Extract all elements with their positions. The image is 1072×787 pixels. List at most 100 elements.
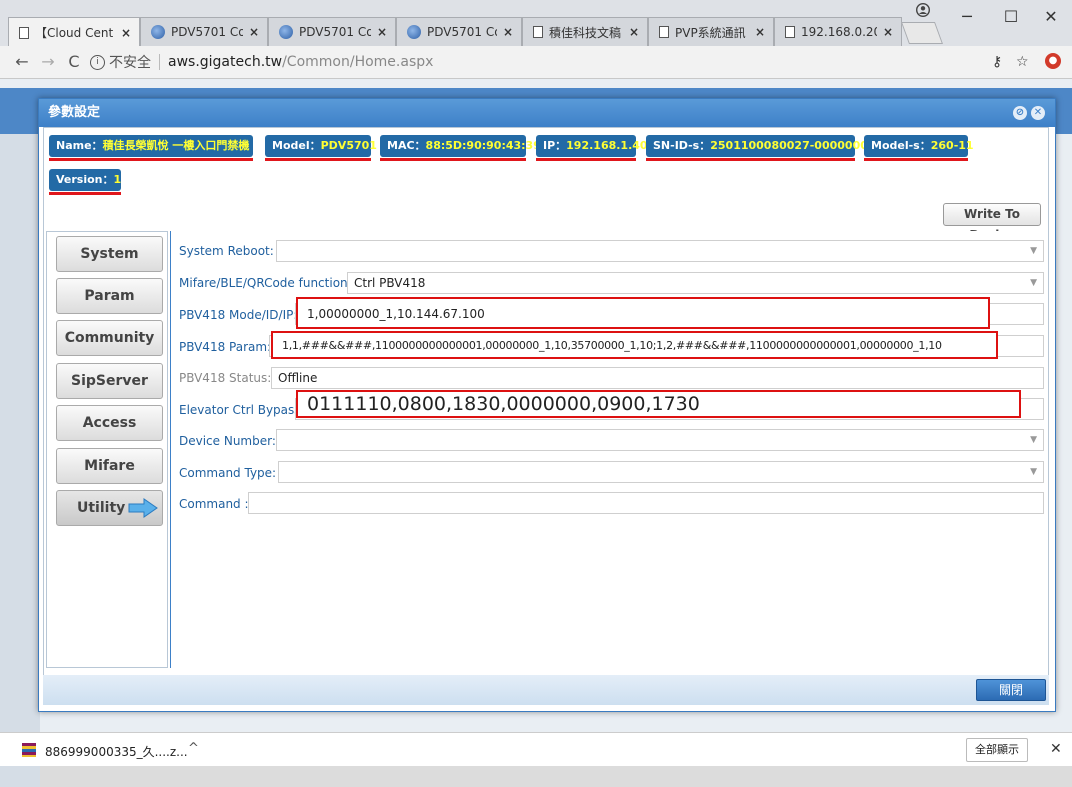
tab-close-icon[interactable]: ×: [883, 25, 893, 39]
sidebar-item-community[interactable]: Community: [56, 320, 163, 356]
red-underline: [265, 158, 371, 161]
red-underline: [646, 158, 855, 161]
url-path: /Common/Home.aspx: [282, 54, 434, 70]
security-label: 不安全: [109, 55, 151, 71]
close-window-button[interactable]: ✕: [1028, 0, 1072, 32]
badge-model-s: Model-s：260-11: [864, 135, 974, 161]
write-to-device-button[interactable]: Write To Device: [943, 203, 1041, 242]
chevron-down-icon: ▼: [1030, 435, 1037, 445]
pbv418-param-input[interactable]: 1,1,###&&###,1100000000000001,00000000_1…: [271, 331, 998, 359]
mifare-function-label: Mifare/BLE/QRCode function:: [179, 276, 352, 290]
badge-label: Name：: [56, 139, 103, 152]
tab-close-icon[interactable]: ×: [755, 25, 765, 39]
badge-value: PDV5701: [320, 139, 377, 152]
dialog-close-icon[interactable]: ✕: [1031, 106, 1045, 120]
badge-value: 192.168.1.40: [566, 139, 648, 152]
mifare-function-select[interactable]: Ctrl PBV418 ▼: [347, 272, 1044, 294]
profile-icon[interactable]: [916, 3, 930, 17]
close-download-bar-icon[interactable]: ✕: [1050, 741, 1062, 757]
sidebar-item-system[interactable]: System: [56, 236, 163, 272]
badge-label: Model-s：: [871, 139, 931, 152]
bookmark-star-icon[interactable]: ☆: [1016, 54, 1029, 70]
badge-ip: IP：192.168.1.40: [536, 135, 648, 161]
badge-label: MAC：: [387, 139, 426, 152]
badge-label: Version：: [56, 173, 114, 186]
tab-close-icon[interactable]: ×: [503, 25, 513, 39]
document-icon: [785, 26, 795, 38]
dialog-minimize-icon[interactable]: ⊘: [1013, 106, 1027, 120]
tab-label: 192.168.0.201: [801, 25, 877, 39]
globe-icon: [407, 25, 421, 39]
download-item[interactable]: 886999000335_久....z...: [45, 743, 188, 760]
archive-file-icon: [22, 743, 36, 757]
dialog-body: Name：積佳長榮凱悅 一樓入口門禁機 Model：PDV5701 MAC：88…: [43, 127, 1049, 705]
utility-form: System Reboot: ▼ Mifare/BLE/QRCode funct…: [170, 231, 1048, 668]
dialog-title: 參數設定: [39, 99, 1055, 127]
chevron-down-icon: ▼: [1030, 278, 1037, 288]
badge-label: Model：: [272, 139, 321, 152]
extension-icon[interactable]: ●: [1045, 53, 1061, 69]
badge-sn-id: SN-ID-s：2501100080027-00000000-1: [646, 135, 888, 161]
document-icon: [19, 26, 29, 39]
chevron-down-icon: ▼: [1030, 467, 1037, 477]
url-host: aws.gigatech.tw: [168, 54, 283, 70]
settings-dialog: 參數設定 ⊘ ✕ Name：積佳長榮凱悅 一樓入口門禁機 Model：PDV57…: [38, 98, 1056, 712]
pbv418-status-label: PBV418 Status:: [179, 371, 272, 385]
command-type-select[interactable]: ▼: [278, 461, 1044, 483]
sidebar-item-sipserver[interactable]: SipServer: [56, 363, 163, 399]
address-bar[interactable]: i 不安全 aws.gigatech.tw /Common/Home.aspx: [90, 51, 980, 73]
tab-pdv5701-1[interactable]: PDV5701 Con ×: [140, 17, 268, 46]
pbv418-status-field: Offline: [271, 367, 1044, 389]
tab-docs[interactable]: 積佳科技文稿 ×: [522, 17, 648, 46]
system-reboot-label: System Reboot:: [179, 244, 274, 258]
badge-value: 88:5D:90:90:43:39: [425, 139, 541, 152]
tab-label: PVP系統通訊: [675, 25, 746, 40]
badge-value: 2501100080027-00000000-1: [710, 139, 888, 152]
sidebar-item-access[interactable]: Access: [56, 405, 163, 441]
reload-button[interactable]: C: [64, 52, 84, 71]
pbv418-mode-input[interactable]: 1,00000000_1,10.144.67.100: [296, 297, 990, 329]
sidebar-item-mifare[interactable]: Mifare: [56, 448, 163, 484]
badge-value: 積佳長榮凱悅 一樓入口門禁機: [102, 139, 250, 152]
new-tab-button[interactable]: [900, 22, 944, 44]
tab-label: PDV5701 Con: [427, 25, 497, 39]
arrow-right-icon: [128, 498, 158, 518]
badge-label: SN-ID-s：: [653, 139, 711, 152]
chevron-down-icon: ▼: [1030, 246, 1037, 256]
tab-pvp[interactable]: PVP系統通訊 ×: [648, 17, 774, 46]
minimize-button[interactable]: ─: [944, 0, 990, 32]
document-icon: [533, 26, 543, 38]
sidebar-item-label: Utility: [77, 500, 126, 516]
sidebar-item-utility[interactable]: Utility: [56, 490, 163, 526]
back-button[interactable]: ←: [12, 52, 32, 71]
device-number-select[interactable]: ▼: [276, 429, 1044, 451]
command-input[interactable]: [248, 492, 1044, 514]
show-all-downloads-button[interactable]: 全部顯示: [966, 738, 1028, 762]
info-icon[interactable]: i: [90, 54, 105, 70]
dialog-close-button[interactable]: 關閉: [976, 679, 1046, 701]
download-bar: 886999000335_久....z... ^ 全部顯示 ✕: [0, 732, 1072, 766]
tab-pdv5701-3[interactable]: PDV5701 Con ×: [396, 17, 522, 46]
chevron-up-icon[interactable]: ^: [188, 741, 199, 756]
key-icon[interactable]: ⚷: [992, 54, 1002, 70]
pbv418-mode-label: PBV418 Mode/ID/IP:: [179, 308, 298, 322]
address-toolbar: ← → C i 不安全 aws.gigatech.tw /Common/Home…: [0, 46, 1072, 79]
dialog-footer: [43, 675, 1049, 705]
tab-local-ip[interactable]: 192.168.0.201 ×: [774, 17, 902, 46]
globe-icon: [279, 25, 293, 39]
tab-pdv5701-2[interactable]: PDV5701 Con ×: [268, 17, 396, 46]
page-left-nav: [0, 134, 40, 787]
elevator-bypass-input[interactable]: 0111110,0800,1830,0000000,0900,1730: [296, 390, 1021, 418]
sidebar-item-param[interactable]: Param: [56, 278, 163, 314]
tab-cloud-center[interactable]: 【Cloud Cent ×: [8, 17, 140, 47]
badge-mac: MAC：88:5D:90:90:43:39: [380, 135, 541, 161]
system-reboot-select[interactable]: ▼: [276, 240, 1044, 262]
tab-close-icon[interactable]: ×: [629, 25, 639, 39]
forward-button[interactable]: →: [38, 52, 58, 71]
tab-label: 積佳科技文稿: [549, 25, 622, 40]
badge-name: Name：積佳長榮凱悅 一樓入口門禁機: [49, 135, 253, 161]
tab-close-icon[interactable]: ×: [121, 26, 131, 40]
globe-icon: [151, 25, 165, 39]
tab-close-icon[interactable]: ×: [249, 25, 259, 39]
tab-close-icon[interactable]: ×: [377, 25, 387, 39]
